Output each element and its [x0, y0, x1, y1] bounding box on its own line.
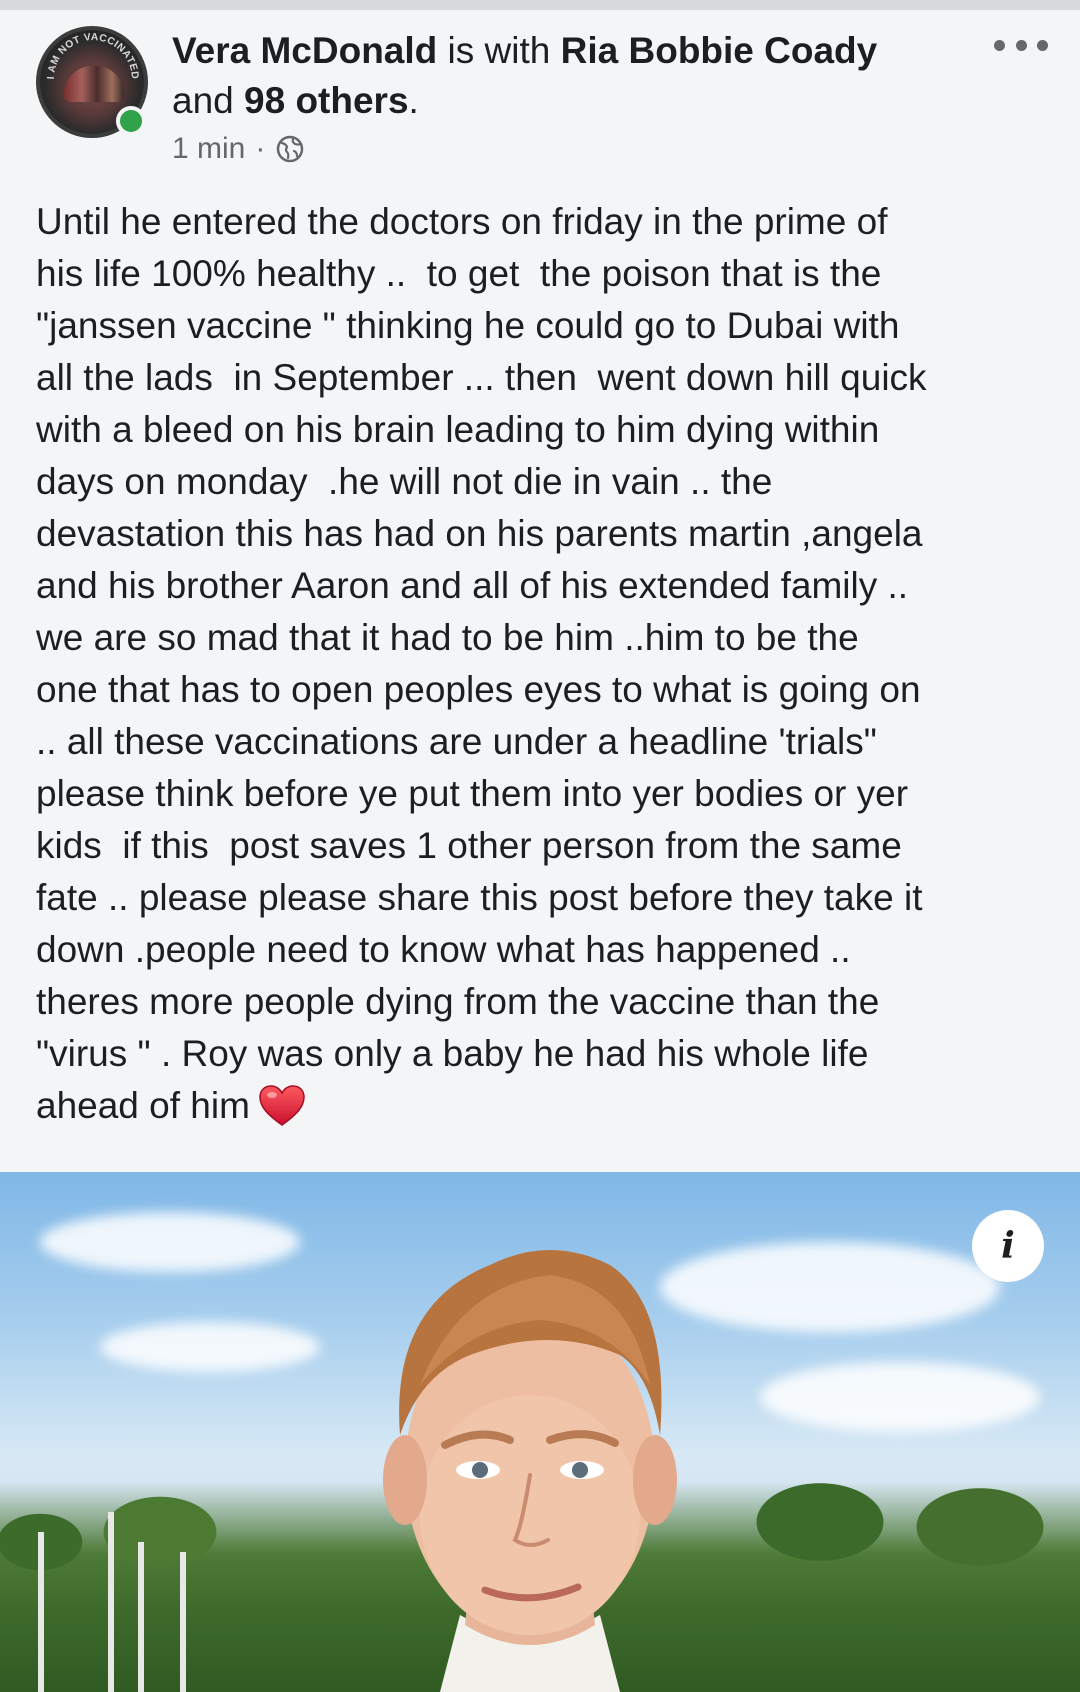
top-divider: [0, 0, 1080, 10]
online-status-dot: [116, 106, 146, 136]
more-dot: [1015, 39, 1027, 51]
cloud: [100, 1322, 320, 1372]
more-dot: [994, 39, 1005, 51]
and-text: and: [172, 80, 234, 121]
tagged-others-link[interactable]: 98 others: [244, 80, 409, 121]
facebook-post: I AM NOT VACCINATED Vera McDonald is wit…: [0, 0, 1080, 1692]
author-avatar[interactable]: I AM NOT VACCINATED: [36, 26, 152, 142]
cloud: [40, 1212, 300, 1272]
goal-post: [108, 1512, 114, 1692]
goal-post: [138, 1542, 144, 1692]
header-period: .: [408, 80, 419, 121]
meta-separator: ·: [255, 132, 266, 165]
author-name-link[interactable]: Vera McDonald: [172, 30, 437, 71]
red-heart-icon: [259, 1085, 305, 1126]
post-text: Until he entered the doctors on friday i…: [36, 201, 927, 1126]
with-text: is with: [447, 30, 551, 71]
post-body: Until he entered the doctors on friday i…: [36, 196, 1056, 1132]
post-timestamp[interactable]: 1 min: [172, 132, 245, 166]
info-icon[interactable]: i: [972, 1210, 1044, 1282]
more-options-icon[interactable]: [994, 30, 1048, 60]
globe-icon[interactable]: [275, 134, 305, 164]
person-portrait: [383, 1250, 677, 1692]
svg-text:I AM NOT VACCINATED: I AM NOT VACCINATED: [46, 32, 140, 80]
post-meta: 1 min ·: [172, 132, 305, 166]
tagged-person-link[interactable]: Ria Bobbie Coady: [561, 30, 878, 71]
post-header: Vera McDonald is with Ria Bobbie Coady a…: [172, 26, 972, 126]
cloud: [660, 1242, 1000, 1332]
cloud: [760, 1362, 1040, 1432]
more-dot: [1037, 39, 1048, 51]
goal-post: [180, 1552, 186, 1692]
goal-post: [38, 1532, 44, 1692]
